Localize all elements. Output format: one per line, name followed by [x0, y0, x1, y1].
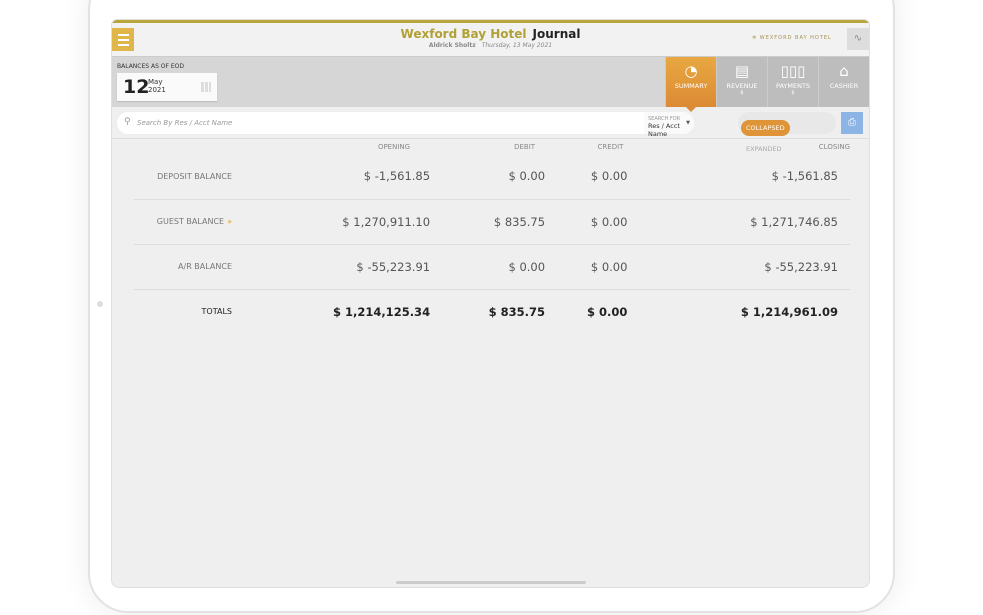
subtitle: Aldrick Sholtz Thursday, 13 May 2021 — [112, 42, 869, 49]
tab-sub: $ — [740, 90, 744, 96]
current-date: Thursday, 13 May 2021 — [481, 42, 553, 49]
user-name: Aldrick Sholtz — [428, 42, 476, 49]
row-label: GUEST BALANCE» — [134, 199, 232, 245]
cell: $ 1,214,961.09 — [740, 304, 838, 319]
hotel-logo: ✲ WEXFORD BAY HOTEL — [752, 35, 832, 41]
balances-table: OPENING DEBIT CREDIT CLOSING DEPOSIT BAL… — [134, 140, 850, 334]
calendar-icon — [201, 82, 211, 92]
eod-label: BALANCES AS OF EOD — [117, 63, 185, 70]
tab-label: REVENUE — [726, 82, 758, 90]
search-placeholder: Search By Res / Acct Name — [137, 119, 233, 127]
row-label-text: GUEST BALANCE — [156, 217, 225, 226]
col-debit: DEBIT — [514, 143, 536, 151]
activity-button[interactable]: ∿ — [847, 28, 869, 50]
app-screen: Wexford Bay Hotel Journal Aldrick Sholtz T… — [111, 19, 870, 588]
tab-label: CASHIER — [829, 82, 859, 90]
tab-revenue[interactable]: ▤ REVENUE $ — [716, 57, 767, 107]
search-icon: ⚲ — [124, 117, 131, 127]
cell: $ 0.00 — [430, 154, 546, 200]
activity-icon: ∿ — [853, 33, 863, 44]
cell: $ 0.00 — [545, 154, 628, 200]
collapsed-option[interactable]: COLLAPSED — [741, 120, 790, 136]
row-label: A/R BALANCE — [134, 244, 232, 290]
logo-text: WEXFORD BAY HOTEL — [759, 35, 832, 41]
totals-row: TOTALS $ 1,214,125.34 $ 835.75 $ 0.00 $ 1,21… — [134, 289, 850, 334]
tab-bar: ◔ SUMMARY ▤ REVENUE $ ▯▯▯ PAYMENTS $ ⌂ CASHIER — [665, 57, 869, 112]
cell: $ 1,214,125.34 — [332, 304, 431, 319]
date-year: 2021 — [148, 86, 166, 94]
cell: $ -55,223.91 — [627, 244, 850, 290]
cell: $ 835.75 — [488, 304, 546, 319]
cell: $ 1,271,746.85 — [627, 199, 850, 245]
col-closing: CLOSING — [818, 143, 850, 151]
cell: $ 0.00 — [545, 244, 628, 290]
tab-label: SUMMARY — [674, 82, 708, 90]
summary-icon: ◔ — [684, 62, 698, 80]
tab-label: PAYMENTS — [775, 82, 811, 90]
table-row: A/R BALANCE $ -55,223.91 $ 0.00 $ 0.00 $ -55… — [134, 244, 850, 290]
journal-title: Journal — [532, 27, 581, 41]
search-input[interactable]: ⚲ Search By Res / Acct Name — [117, 112, 694, 134]
cell: $ 0.00 — [430, 244, 546, 290]
chevron-down-icon: ▼ — [686, 120, 690, 126]
table-row[interactable]: GUEST BALANCE» $ 1,270,911.10 $ 835.75 $ 0.… — [134, 199, 850, 245]
header: Wexford Bay Hotel Journal Aldrick Sholtz T… — [112, 23, 869, 57]
receipt-icon: ▤ — [734, 62, 750, 80]
table-row: DEPOSIT BALANCE $ -1,561.85 $ 0.00 $ 0.00 $ … — [134, 154, 850, 200]
home-indicator[interactable] — [396, 581, 586, 584]
date-month-year: May 2021 — [148, 78, 166, 94]
col-credit: CREDIT — [597, 143, 624, 151]
toolbar: BALANCES AS OF EOD 12 May 2021 ◔ SUMMARY ▤… — [112, 57, 869, 112]
cash-register-icon: ⌂ — [839, 62, 849, 80]
expand-chevron-icon[interactable]: » — [227, 217, 232, 226]
hotel-name: Wexford Bay Hotel — [400, 27, 527, 41]
printer-icon: ⎙ — [848, 117, 856, 128]
search-for-select[interactable]: SEARCH FOR Res / Acct Name ▼ — [644, 112, 694, 138]
cell: $ -1,561.85 — [627, 154, 850, 200]
cell: $ 1,270,911.10 — [232, 199, 431, 245]
bar-chart-icon: ▯▯▯ — [780, 62, 806, 80]
date-day: 12 — [123, 76, 150, 98]
cell: $ -55,223.91 — [232, 244, 431, 290]
row-label: DEPOSIT BALANCE — [134, 154, 232, 200]
cell: $ 0.00 — [545, 199, 628, 245]
tab-payments[interactable]: ▯▯▯ PAYMENTS $ — [767, 57, 818, 107]
view-toggle: COLLAPSEDEXPANDED — [738, 112, 836, 153]
cell: $ 835.75 — [430, 199, 546, 245]
date-month: May — [148, 78, 163, 86]
row-label: TOTALS — [201, 307, 232, 317]
search-row: ⚲ Search By Res / Acct Name SEARCH FOR Res… — [112, 107, 869, 153]
date-picker[interactable]: 12 May 2021 — [117, 73, 217, 101]
cell: $ 0.00 — [587, 304, 628, 319]
tab-sub: $ — [791, 90, 795, 96]
tab-summary[interactable]: ◔ SUMMARY — [665, 57, 716, 112]
camera-dot — [97, 301, 103, 307]
tab-cashier[interactable]: ⌂ CASHIER — [818, 57, 869, 107]
print-button[interactable]: ⎙ — [841, 112, 863, 134]
col-opening: OPENING — [377, 143, 411, 151]
cell: $ -1,561.85 — [232, 154, 431, 200]
